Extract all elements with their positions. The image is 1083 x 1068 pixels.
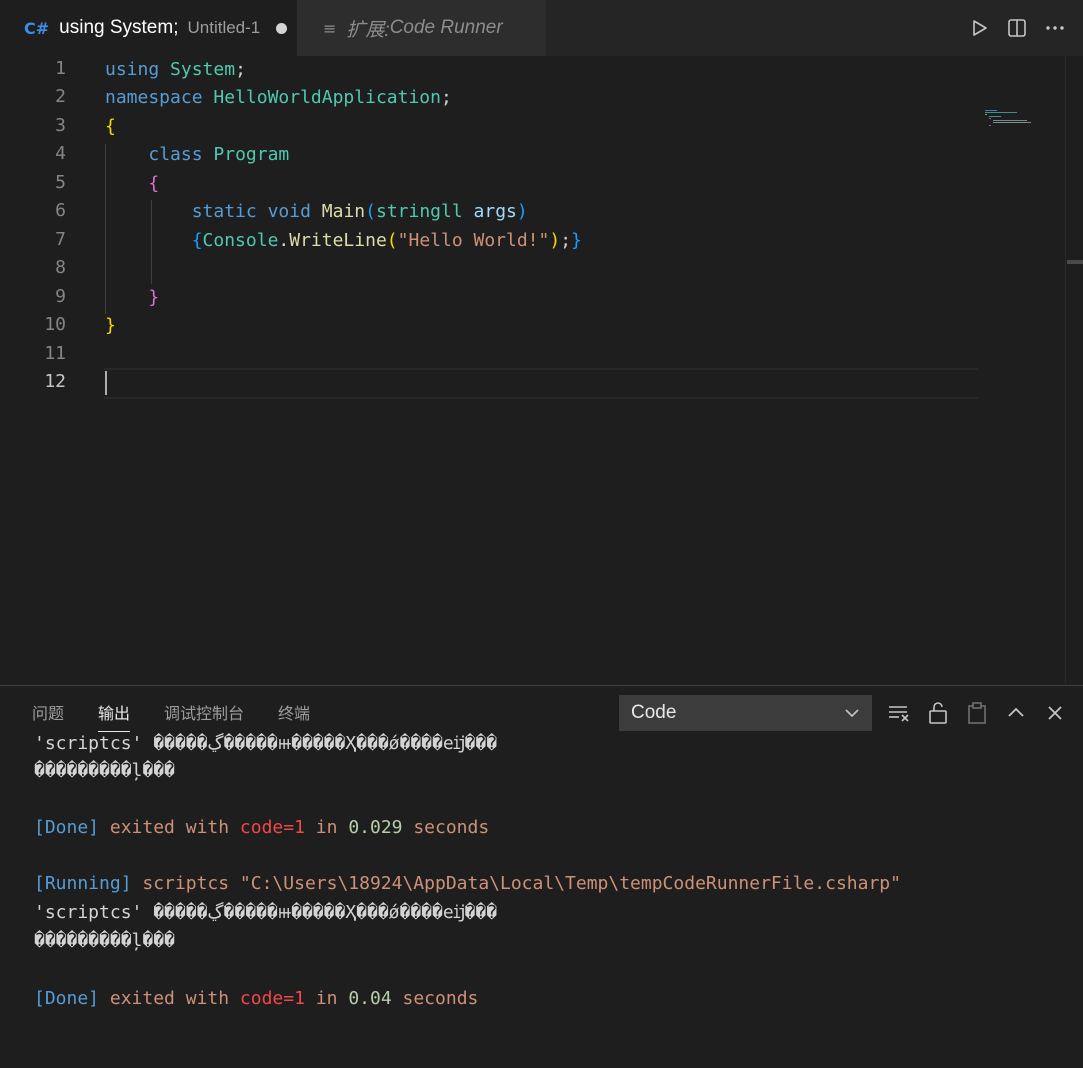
- line-number: 8: [55, 257, 66, 278]
- code-editor[interactable]: 1 2 3 4 5 6 7 8 9 10 11 12 using System;…: [0, 56, 1065, 684]
- editor-scrollbar[interactable]: [1065, 56, 1083, 684]
- line-number: 4: [55, 143, 66, 164]
- tab-title-rest: Code Runner: [389, 17, 503, 38]
- line-number: 11: [44, 343, 66, 364]
- output-channel-select[interactable]: Code: [619, 695, 872, 731]
- minimap[interactable]: [985, 110, 1035, 126]
- code-line-7: {Console.WriteLine("Hello World!");}: [191, 230, 582, 251]
- close-panel-icon[interactable]: [1038, 698, 1071, 728]
- tab-subtitle: Untitled-1: [187, 18, 261, 37]
- line-number: 9: [55, 286, 66, 307]
- tab-untitled-1[interactable]: C# using System; Untitled-1: [0, 0, 297, 56]
- output-channel-value: Code: [631, 702, 677, 723]
- line-number: 10: [44, 314, 66, 335]
- code-line-1: using System;: [105, 59, 246, 80]
- lock-scroll-icon[interactable]: [921, 698, 954, 728]
- output-line: 'scriptcs' �����ڲ�����ⲿ�����Ҳ���ǿ����еĳ�…: [34, 902, 498, 923]
- line-number: 2: [55, 86, 66, 107]
- code-line-6: static void Main(stringll args): [191, 201, 528, 222]
- output-running-line: [Running] scriptcs "C:\Users\18924\AppDa…: [34, 873, 901, 894]
- more-icon[interactable]: [1041, 14, 1069, 42]
- output-line: 'scriptcs' �����ڲ�����ⲿ�����Ҳ���ǿ����еĳ�…: [34, 733, 498, 754]
- code-line-3: {: [105, 116, 116, 137]
- current-line-highlight: [104, 368, 978, 399]
- output-done-line: [Done] exited with code=1 in 0.04 second…: [34, 988, 479, 1009]
- tab-title-prefix: 扩展:: [346, 19, 390, 41]
- line-number: 7: [55, 229, 66, 250]
- code-line-5: {: [148, 173, 160, 194]
- unsaved-dot-icon[interactable]: [276, 22, 288, 34]
- maximize-panel-icon[interactable]: [999, 698, 1032, 728]
- output-done-line: [Done] exited with code=1 in 0.029 secon…: [34, 817, 490, 838]
- open-log-icon[interactable]: [960, 698, 993, 728]
- code-line-2: namespace HelloWorldApplication;: [105, 87, 452, 108]
- code-line-4: class Program: [148, 144, 290, 165]
- csharp-file-icon: C#: [24, 18, 50, 38]
- line-number: 6: [55, 200, 66, 221]
- output-line: ���������ļ���: [34, 930, 175, 951]
- run-icon[interactable]: [965, 14, 993, 42]
- tab-title: using System;: [59, 17, 179, 38]
- line-number: 1: [55, 58, 66, 79]
- output-panel: 问题 输出 调试控制台 终端 Code 'scriptcs' �����ڲ���…: [0, 685, 1083, 1068]
- line-number: 5: [55, 172, 66, 193]
- editor-actions: [965, 0, 1069, 56]
- editor-scrollbar-thumb[interactable]: [1067, 260, 1083, 264]
- tab-code-runner-extension[interactable]: ≡ 扩展: Code Runner: [297, 0, 546, 56]
- text-cursor: [105, 371, 107, 395]
- preview-lines-icon: ≡: [323, 18, 337, 38]
- clear-output-icon[interactable]: [882, 698, 915, 728]
- output-line: ���������ļ���: [34, 760, 175, 781]
- chevron-down-icon: [844, 705, 860, 727]
- line-number: 3: [55, 115, 66, 136]
- editor-tab-bar: C# using System; Untitled-1 ≡ 扩展: Code R…: [0, 0, 1083, 56]
- code-line-10: }: [105, 315, 116, 336]
- split-editor-icon[interactable]: [1003, 14, 1031, 42]
- panel-actions: [882, 698, 1071, 728]
- code-line-9: }: [148, 287, 160, 308]
- current-line-number: 12: [44, 371, 66, 392]
